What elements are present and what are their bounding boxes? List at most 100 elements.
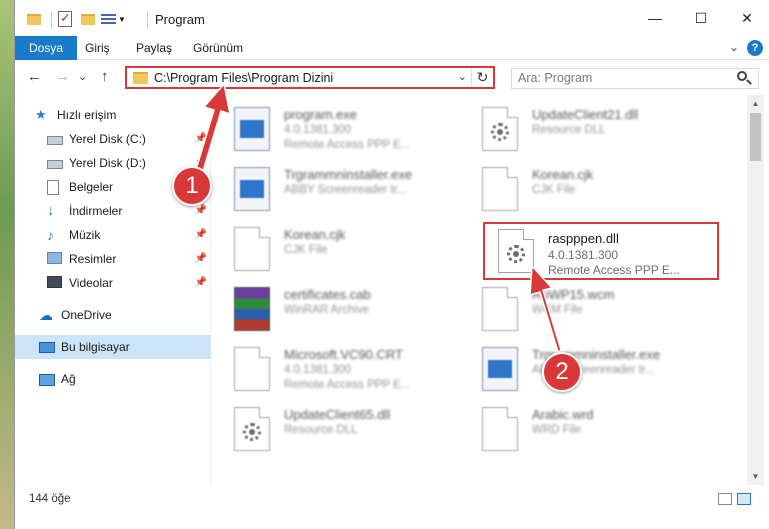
- pin-icon[interactable]: 📌: [195, 205, 207, 216]
- exe-file-icon: [482, 347, 518, 391]
- file-version: WCM File: [532, 304, 583, 316]
- sidebar-item-network[interactable]: Ağ: [15, 367, 211, 391]
- close-button[interactable]: ✕: [724, 0, 769, 36]
- status-bar: 144 öğe: [15, 485, 769, 529]
- this-pc-icon: [39, 342, 55, 353]
- file-name: Korean.cjk: [532, 167, 594, 182]
- file-item[interactable]: UpdateClient65.dll Resource DLL: [212, 401, 452, 457]
- file-icon: [482, 167, 518, 211]
- customize-toolbar-icon[interactable]: ▼: [101, 10, 126, 28]
- highlight-box: [483, 222, 719, 280]
- new-folder-icon[interactable]: [81, 10, 95, 28]
- drive-icon: [47, 160, 63, 169]
- file-item[interactable]: Microsoft.VC90.CRT 4.0.1381.300 Remote A…: [212, 341, 452, 397]
- scroll-thumb[interactable]: [750, 113, 761, 161]
- tab-view[interactable]: Görünüm: [183, 36, 253, 60]
- expand-ribbon-chevron-icon[interactable]: ⌄: [729, 40, 739, 54]
- file-name: program.exe: [284, 107, 357, 122]
- file-icon: [482, 287, 518, 331]
- quick-access-folder-icon[interactable]: [27, 10, 41, 28]
- sidebar-item-label: Yerel Disk (D:): [69, 156, 146, 170]
- minimize-button[interactable]: —: [632, 0, 678, 36]
- window-title: Program: [155, 12, 205, 27]
- title-bar: ▼ Program — ☐ ✕: [15, 0, 769, 36]
- file-version: CJK File: [284, 244, 328, 256]
- file-item[interactable]: program.exe 4.0.1381.300 Remote Access P…: [212, 101, 452, 157]
- drive-icon: [47, 136, 63, 145]
- refresh-icon[interactable]: ↻: [471, 68, 493, 87]
- file-item[interactable]: certificates.cab WinRAR Archive: [212, 281, 452, 337]
- forward-arrow-icon[interactable]: →: [55, 68, 70, 85]
- file-version: 4.0.1381.300: [284, 124, 352, 136]
- sidebar-item-onedrive[interactable]: ☁ OneDrive: [15, 303, 211, 327]
- sidebar-item-videos[interactable]: Videolar 📌: [15, 271, 211, 295]
- recent-locations-chevron-icon[interactable]: ⌄: [78, 70, 87, 83]
- onedrive-icon: ☁: [39, 307, 53, 323]
- ribbon-tabs: Dosya Giriş Paylaş Görünüm ⌄ ?: [15, 36, 769, 60]
- file-version: CJK File: [532, 184, 576, 196]
- downloads-icon: ↓: [47, 202, 55, 219]
- file-list: program.exe 4.0.1381.300 Remote Access P…: [212, 95, 747, 485]
- sidebar-item-this-pc[interactable]: Bu bilgisayar: [15, 335, 211, 359]
- sidebar-item-label: Resimler: [69, 252, 117, 266]
- music-icon: ♪: [47, 227, 54, 243]
- pin-icon[interactable]: 📌: [195, 277, 207, 288]
- tiles-view-icon[interactable]: [737, 493, 751, 505]
- maximize-button[interactable]: ☐: [678, 0, 724, 36]
- file-name: RoWP15.wcm: [532, 287, 615, 302]
- divider: [147, 12, 148, 28]
- help-icon[interactable]: ?: [747, 40, 763, 56]
- tab-file[interactable]: Dosya: [15, 36, 78, 60]
- file-item[interactable]: UpdateClient21.dll Resource DLL: [460, 101, 700, 157]
- file-name: certificates.cab: [284, 287, 371, 302]
- address-path[interactable]: C:\Program Files\Program Dizini: [154, 71, 333, 85]
- tab-share[interactable]: Paylaş: [126, 36, 182, 60]
- search-icon[interactable]: [737, 71, 747, 81]
- file-item[interactable]: Trgrammninstaller.exe ABBY Screenreader …: [212, 161, 452, 217]
- pin-icon[interactable]: 📌: [195, 133, 207, 144]
- dll-file-icon: [482, 107, 518, 151]
- sidebar-item-quick-access[interactable]: ★ Hızlı erişim: [15, 103, 211, 127]
- documents-icon: [47, 180, 59, 195]
- file-item[interactable]: RoWP15.wcm WCM File: [460, 281, 700, 337]
- star-icon: ★: [35, 107, 47, 122]
- pin-icon[interactable]: 📌: [195, 253, 207, 264]
- file-item[interactable]: Arabic.wrd WRD File: [460, 401, 700, 457]
- sidebar-item-label: Yerel Disk (C:): [69, 132, 146, 146]
- scroll-down-arrow-icon[interactable]: ▼: [747, 468, 764, 485]
- search-input[interactable]: Ara: Program: [511, 68, 759, 89]
- file-version: 4.0.1381.300: [284, 364, 352, 376]
- address-bar[interactable]: C:\Program Files\Program Dizini ⌄ ↻: [125, 66, 495, 89]
- sidebar-item-label: Videolar: [69, 276, 113, 290]
- archive-file-icon: [234, 287, 270, 331]
- file-name: Korean.cjk: [284, 227, 346, 242]
- file-version: WRD File: [532, 424, 582, 436]
- navigation-pane: ★ Hızlı erişim Yerel Disk (C:) 📌 Yerel D…: [15, 95, 211, 485]
- exe-file-icon: [234, 167, 270, 211]
- pin-icon[interactable]: 📌: [195, 229, 207, 240]
- tab-home[interactable]: Giriş: [75, 36, 120, 60]
- file-icon: [234, 227, 270, 271]
- properties-check-icon[interactable]: [58, 10, 72, 28]
- vertical-scrollbar[interactable]: ▲ ▼: [747, 95, 764, 485]
- file-item[interactable]: Korean.cjk CJK File: [460, 161, 700, 217]
- up-arrow-icon[interactable]: ↑: [101, 68, 109, 85]
- details-view-icon[interactable]: [718, 493, 732, 505]
- back-arrow-icon[interactable]: ←: [27, 68, 42, 85]
- sidebar-item-label: Hızlı erişim: [57, 108, 117, 122]
- exe-file-icon: [234, 107, 270, 151]
- sidebar-item-pictures[interactable]: Resimler 📌: [15, 247, 211, 271]
- sidebar-item-label: OneDrive: [61, 308, 112, 322]
- file-icon: [234, 347, 270, 391]
- file-version: ABBY Screenreader tr...: [284, 184, 407, 196]
- file-item[interactable]: Korean.cjk CJK File: [212, 221, 452, 277]
- sidebar-item-local-disk-c[interactable]: Yerel Disk (C:) 📌: [15, 127, 211, 151]
- sidebar-item-music[interactable]: ♪ Müzik 📌: [15, 223, 211, 247]
- sidebar-item-label: Bu bilgisayar: [61, 340, 130, 354]
- sidebar-item-label: İndirmeler: [69, 204, 123, 218]
- step-1-badge: 1: [172, 166, 212, 206]
- file-version: WinRAR Archive: [284, 304, 369, 316]
- address-dropdown-chevron-icon[interactable]: ⌄: [458, 70, 467, 83]
- scroll-up-arrow-icon[interactable]: ▲: [747, 95, 764, 112]
- file-name: Microsoft.VC90.CRT: [284, 347, 403, 362]
